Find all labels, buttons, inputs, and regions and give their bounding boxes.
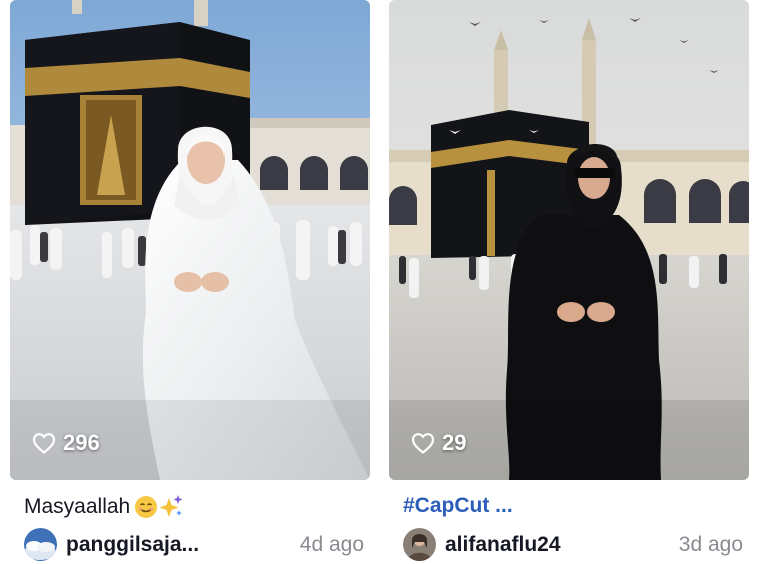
caption-text: Masyaallah bbox=[24, 495, 131, 518]
post-time: 4d ago bbox=[299, 533, 364, 556]
video-thumbnail[interactable]: 29 bbox=[389, 0, 749, 480]
avatar-image bbox=[24, 528, 57, 561]
video-caption[interactable]: Masyaallah bbox=[24, 494, 184, 520]
caption-text: #CapCut ... bbox=[403, 494, 513, 517]
video-meta: panggilsaja... 4d ago bbox=[24, 528, 364, 562]
video-meta: alifanaflu24 3d ago bbox=[403, 528, 743, 562]
video-caption-hashtag[interactable]: #CapCut ... bbox=[403, 494, 513, 518]
avatar[interactable] bbox=[403, 528, 436, 561]
sparkles-icon bbox=[159, 495, 183, 517]
avatar[interactable] bbox=[24, 528, 57, 561]
video-card: 296 Masyaallah panggilsaja... 4d ago bbox=[10, 0, 370, 564]
post-time: 3d ago bbox=[678, 533, 743, 556]
username[interactable]: alifanaflu24 bbox=[445, 533, 561, 557]
smiling-face-icon bbox=[135, 496, 158, 518]
thumbnail-image-kaaba-black-abaya bbox=[389, 0, 749, 480]
like-count-value: 296 bbox=[63, 430, 100, 455]
like-count: 296 bbox=[32, 430, 100, 456]
thumbnail-image-kaaba-white-abaya bbox=[10, 0, 370, 480]
heart-outline-icon bbox=[32, 433, 56, 454]
like-count: 29 bbox=[411, 430, 466, 456]
caption-emoji bbox=[134, 494, 184, 520]
heart-outline-icon bbox=[411, 433, 435, 454]
video-thumbnail[interactable]: 296 bbox=[10, 0, 370, 480]
like-count-value: 29 bbox=[442, 430, 467, 455]
avatar-image bbox=[403, 528, 436, 561]
video-card: 29 #CapCut ... alifanaflu24 3d ago bbox=[389, 0, 749, 564]
username[interactable]: panggilsaja... bbox=[66, 533, 199, 557]
